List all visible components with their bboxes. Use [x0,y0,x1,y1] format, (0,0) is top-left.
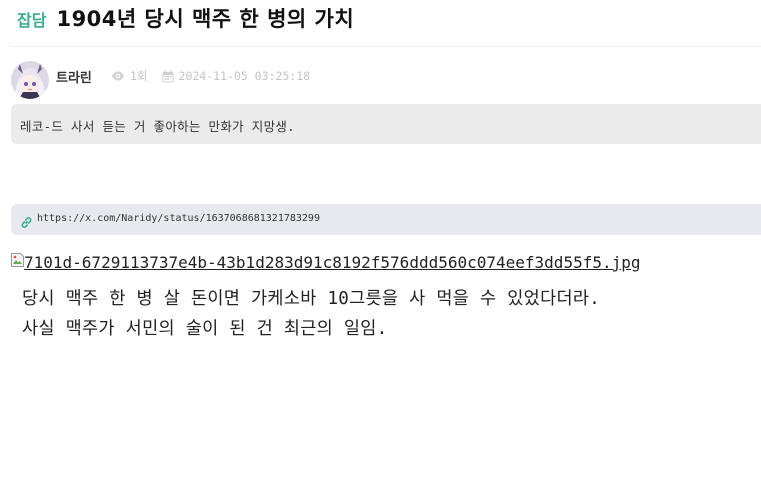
source-link[interactable]: https://x.com/Naridy/status/163706868132… [37,213,320,224]
post-category[interactable]: 잡담 [17,7,46,31]
post-body: 당시 맥주 한 병 살 돈이면 가케소바 10그릇을 사 먹을 수 있었다더라.… [22,284,600,344]
author-name[interactable]: 트라린 [56,67,92,86]
eye-icon [111,71,125,81]
author-info: 트라린 1회 2024-11-05 03:25:18 [11,61,761,101]
post-date: 2024-11-05 03:25:18 [178,69,311,83]
broken-image-icon [11,252,24,267]
post-image[interactable]: 7101d-6729113737e4b-43b1d283d91c8192f576… [11,251,641,273]
header-divider [11,46,761,47]
author-signature: 레코-드 사서 듣는 거 좋아하는 만화가 지망생. [11,104,761,144]
signature-text: 레코-드 사서 듣는 거 좋아하는 만화가 지망생. [20,119,296,134]
image-alt-text[interactable]: 7101d-6729113737e4b-43b1d283d91c8192f576… [24,253,641,272]
avatar[interactable] [11,61,49,99]
source-link-box[interactable]: https://x.com/Naridy/status/163706868132… [11,204,761,235]
calendar-icon [162,69,174,83]
link-icon [21,213,32,232]
body-line: 사실 맥주가 서민의 술이 된 건 최근의 일임. [22,319,388,339]
post-header: 잡담 1904년 당시 맥주 한 병의 가치 [17,3,354,33]
view-count: 1회 [130,69,148,83]
body-line: 당시 맥주 한 병 살 돈이면 가케소바 10그릇을 사 먹을 수 있었다더라. [22,289,601,309]
post-title: 1904년 당시 맥주 한 병의 가치 [56,7,355,31]
post-meta: 1회 2024-11-05 03:25:18 [111,68,310,84]
